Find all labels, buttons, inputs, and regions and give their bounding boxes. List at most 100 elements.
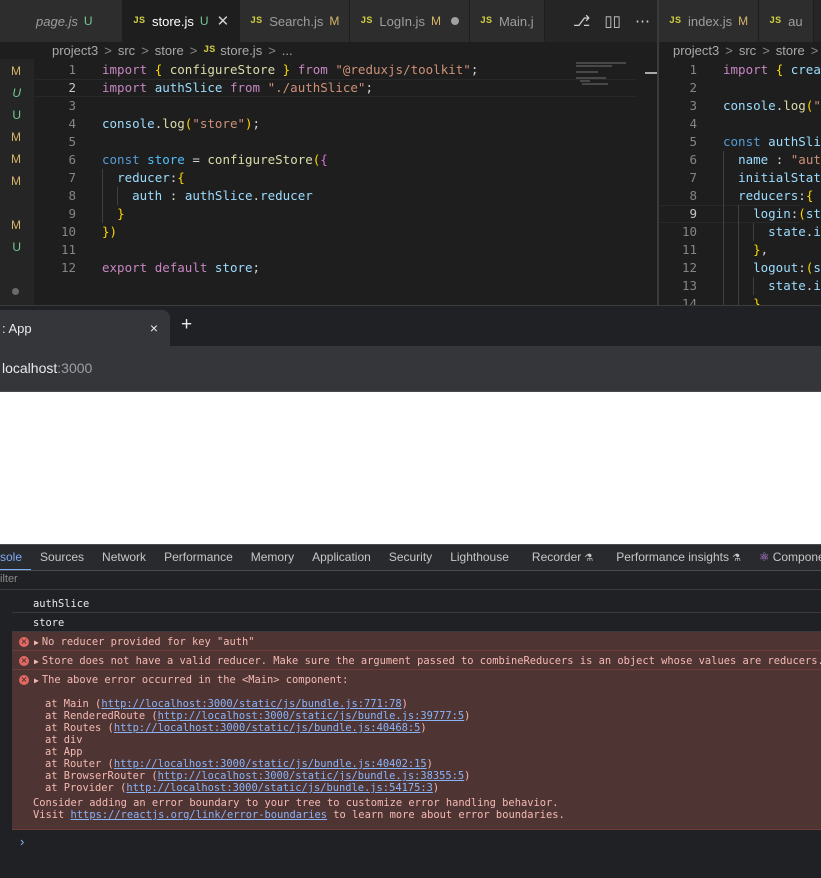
devtools-tab-security[interactable]: Security xyxy=(380,545,441,570)
tab-label: store.js xyxy=(152,13,194,29)
stack-frame-link[interactable]: http://localhost:3000/static/js/bundle.j… xyxy=(101,698,401,710)
devtools-tab-performance-insights[interactable]: Performance insights ⚗ xyxy=(602,545,750,570)
stack-frame-link[interactable]: http://localhost:3000/static/js/bundle.j… xyxy=(126,782,433,794)
code-line[interactable]: 6 name : "auth xyxy=(659,151,821,169)
address-bar[interactable]: localhost:3000 xyxy=(0,346,821,392)
code-line[interactable]: 1 import { creat xyxy=(659,61,821,79)
devtools-tab-sole[interactable]: sole xyxy=(0,545,32,570)
breadcrumb-item[interactable]: store.js xyxy=(220,43,262,58)
console-message[interactable]: ▶ The above error occurred in the <Main> … xyxy=(34,674,348,686)
devtools-tab-label: sole xyxy=(0,550,23,564)
code-line[interactable]: 3 xyxy=(34,97,657,115)
stack-frame-link[interactable]: http://localhost:3000/static/js/bundle.j… xyxy=(114,722,421,734)
code-line[interactable]: 14 } xyxy=(659,295,821,305)
split-editor-icon[interactable]: ▯▯ xyxy=(604,12,621,30)
stack-frame-link[interactable]: http://localhost:3000/static/js/bundle.j… xyxy=(158,710,465,722)
console-error: × ▶ The above error occurred in the <Main>… xyxy=(12,670,821,830)
breadcrumb-item[interactable]: project3 xyxy=(52,43,98,58)
line-number: 11 xyxy=(60,242,76,257)
expand-triangle-icon[interactable]: ▶ xyxy=(34,638,39,647)
editor-tabbar-left: page.js U JS store.js U ✕ JS Search.js M JS LogIn.… xyxy=(0,0,657,42)
editor-scrollbar[interactable] xyxy=(645,72,657,74)
code-line[interactable]: 5 const authSlic xyxy=(659,133,821,151)
browser-tabstrip: : App × xyxy=(0,305,821,347)
code-line[interactable]: 7 initialState xyxy=(659,169,821,187)
code-line[interactable]: 4 xyxy=(659,115,821,133)
code-line[interactable]: 2 import authSlice from "./authSlice"; xyxy=(34,79,657,97)
code-text: auth : authSlice.reducer xyxy=(132,188,313,203)
editor-tab-main-j[interactable]: JS Main.j xyxy=(469,0,545,42)
breadcrumb-item[interactable]: ... xyxy=(282,43,293,58)
editor-tab-au[interactable]: JS au xyxy=(759,0,814,42)
close-icon[interactable]: ✕ xyxy=(217,12,230,30)
code-line[interactable]: 12 logout:(st xyxy=(659,259,821,277)
devtools-tab-lighthouse[interactable]: Lighthouse xyxy=(441,545,523,570)
code-line[interactable]: 13 state.is xyxy=(659,277,821,295)
code-line[interactable]: 6 const store = configureStore({ xyxy=(34,151,657,169)
devtools-tab-performance[interactable]: Performance xyxy=(155,545,242,570)
editor-tab-login-js[interactable]: JS LogIn.js M xyxy=(350,0,470,42)
code-line[interactable]: 4 console.log("store"); xyxy=(34,115,657,133)
editor-authslice-js[interactable]: 1 import { creat 2 3 console.log("a 4 5 const a… xyxy=(659,59,821,305)
editor-actions: ⎇ ▯▯ ⋯ xyxy=(566,0,657,42)
breadcrumb-item[interactable]: src xyxy=(118,43,135,58)
breadcrumb-item[interactable]: store xyxy=(776,43,805,58)
code-line[interactable]: 1 import { configureStore } from "@reduxj… xyxy=(34,61,657,79)
browser-tab-app[interactable]: : App × xyxy=(0,310,170,347)
line-number: 1 xyxy=(68,62,76,77)
code-line[interactable]: 8 auth : authSlice.reducer xyxy=(34,187,657,205)
close-tab-icon[interactable]: × xyxy=(150,320,158,336)
editor-tab-page-js[interactable]: page.js U xyxy=(0,0,123,42)
experimental-flask-icon: ⚗ xyxy=(584,553,594,564)
console-prompt-icon[interactable]: › xyxy=(20,834,24,849)
console-filter-bar[interactable]: ilter xyxy=(0,571,821,590)
devtools-tab-label: Network xyxy=(102,550,147,564)
code-line[interactable]: 5 xyxy=(34,133,657,151)
console-message[interactable]: ▶ Store does not have a valid reducer. Ma… xyxy=(34,655,821,667)
devtools-tab-network[interactable]: Network xyxy=(93,545,155,570)
code-line[interactable]: 9 } xyxy=(34,205,657,223)
error-icon: × xyxy=(19,637,29,647)
code-line[interactable]: 12 export default store; xyxy=(34,259,657,277)
console-message-text: authSlice xyxy=(33,598,90,610)
line-number: 2 xyxy=(68,80,76,95)
breadcrumb-item[interactable]: store xyxy=(155,43,184,58)
code-line[interactable]: 9 login:(sta xyxy=(659,205,821,223)
stack-frame-link[interactable]: http://localhost:3000/static/js/bundle.j… xyxy=(114,758,427,770)
editor-tab-search-js[interactable]: JS Search.js M xyxy=(240,0,351,42)
editor-tab-store-js[interactable]: JS store.js U ✕ xyxy=(123,0,241,42)
stack-frame-link[interactable]: http://localhost:3000/static/js/bundle.j… xyxy=(158,770,465,782)
devtools-tab-componen[interactable]: ⚛Componen xyxy=(750,545,821,570)
code-text: } xyxy=(117,206,125,221)
devtools-tab-memory[interactable]: Memory xyxy=(242,545,303,570)
source-control-compare-icon[interactable]: ⎇ xyxy=(573,12,590,30)
devtools-tabbar: sole Sources Network Performance Memory Appli… xyxy=(0,544,821,571)
error-boundaries-link[interactable]: https://reactjs.org/link/error-boundarie… xyxy=(71,809,327,821)
address-url[interactable]: localhost:3000 xyxy=(2,360,92,376)
code-text: reducers:{ xyxy=(738,188,814,203)
stack-frame: at BrowserRouter (http://localhost:3000/… xyxy=(45,770,470,782)
code-line[interactable]: 10 state.is xyxy=(659,223,821,241)
console-error: × ▶ No reducer provided for key "auth" xyxy=(12,632,821,651)
console-filter-input[interactable]: ilter xyxy=(0,573,18,585)
more-actions-icon[interactable]: ⋯ xyxy=(635,12,650,30)
devtools-tab-application[interactable]: Application xyxy=(303,545,380,570)
console-message[interactable]: ▶ No reducer provided for key "auth" xyxy=(34,636,255,648)
breadcrumb-item[interactable]: src xyxy=(739,43,756,58)
code-line[interactable]: 11 }, xyxy=(659,241,821,259)
minimap[interactable] xyxy=(576,60,636,90)
code-line[interactable]: 2 xyxy=(659,79,821,97)
code-line[interactable]: 8 reducers:{ xyxy=(659,187,821,205)
devtools-tab-sources[interactable]: Sources xyxy=(31,545,93,570)
expand-triangle-icon[interactable]: ▶ xyxy=(34,676,39,685)
breadcrumb-item[interactable]: project3 xyxy=(673,43,719,58)
editor-tab-index-js[interactable]: JS index.js M xyxy=(659,0,760,42)
expand-triangle-icon[interactable]: ▶ xyxy=(34,657,39,666)
devtools-tab-recorder[interactable]: Recorder ⚗ xyxy=(523,545,602,570)
new-tab-icon[interactable]: + xyxy=(181,314,192,336)
code-line[interactable]: 3 console.log("a xyxy=(659,97,821,115)
editor-store-js[interactable]: 1 import { configureStore } from "@reduxj… xyxy=(34,59,657,305)
code-line[interactable]: 10}) xyxy=(34,223,657,241)
code-line[interactable]: 7 reducer:{ xyxy=(34,169,657,187)
code-line[interactable]: 11 xyxy=(34,241,657,259)
